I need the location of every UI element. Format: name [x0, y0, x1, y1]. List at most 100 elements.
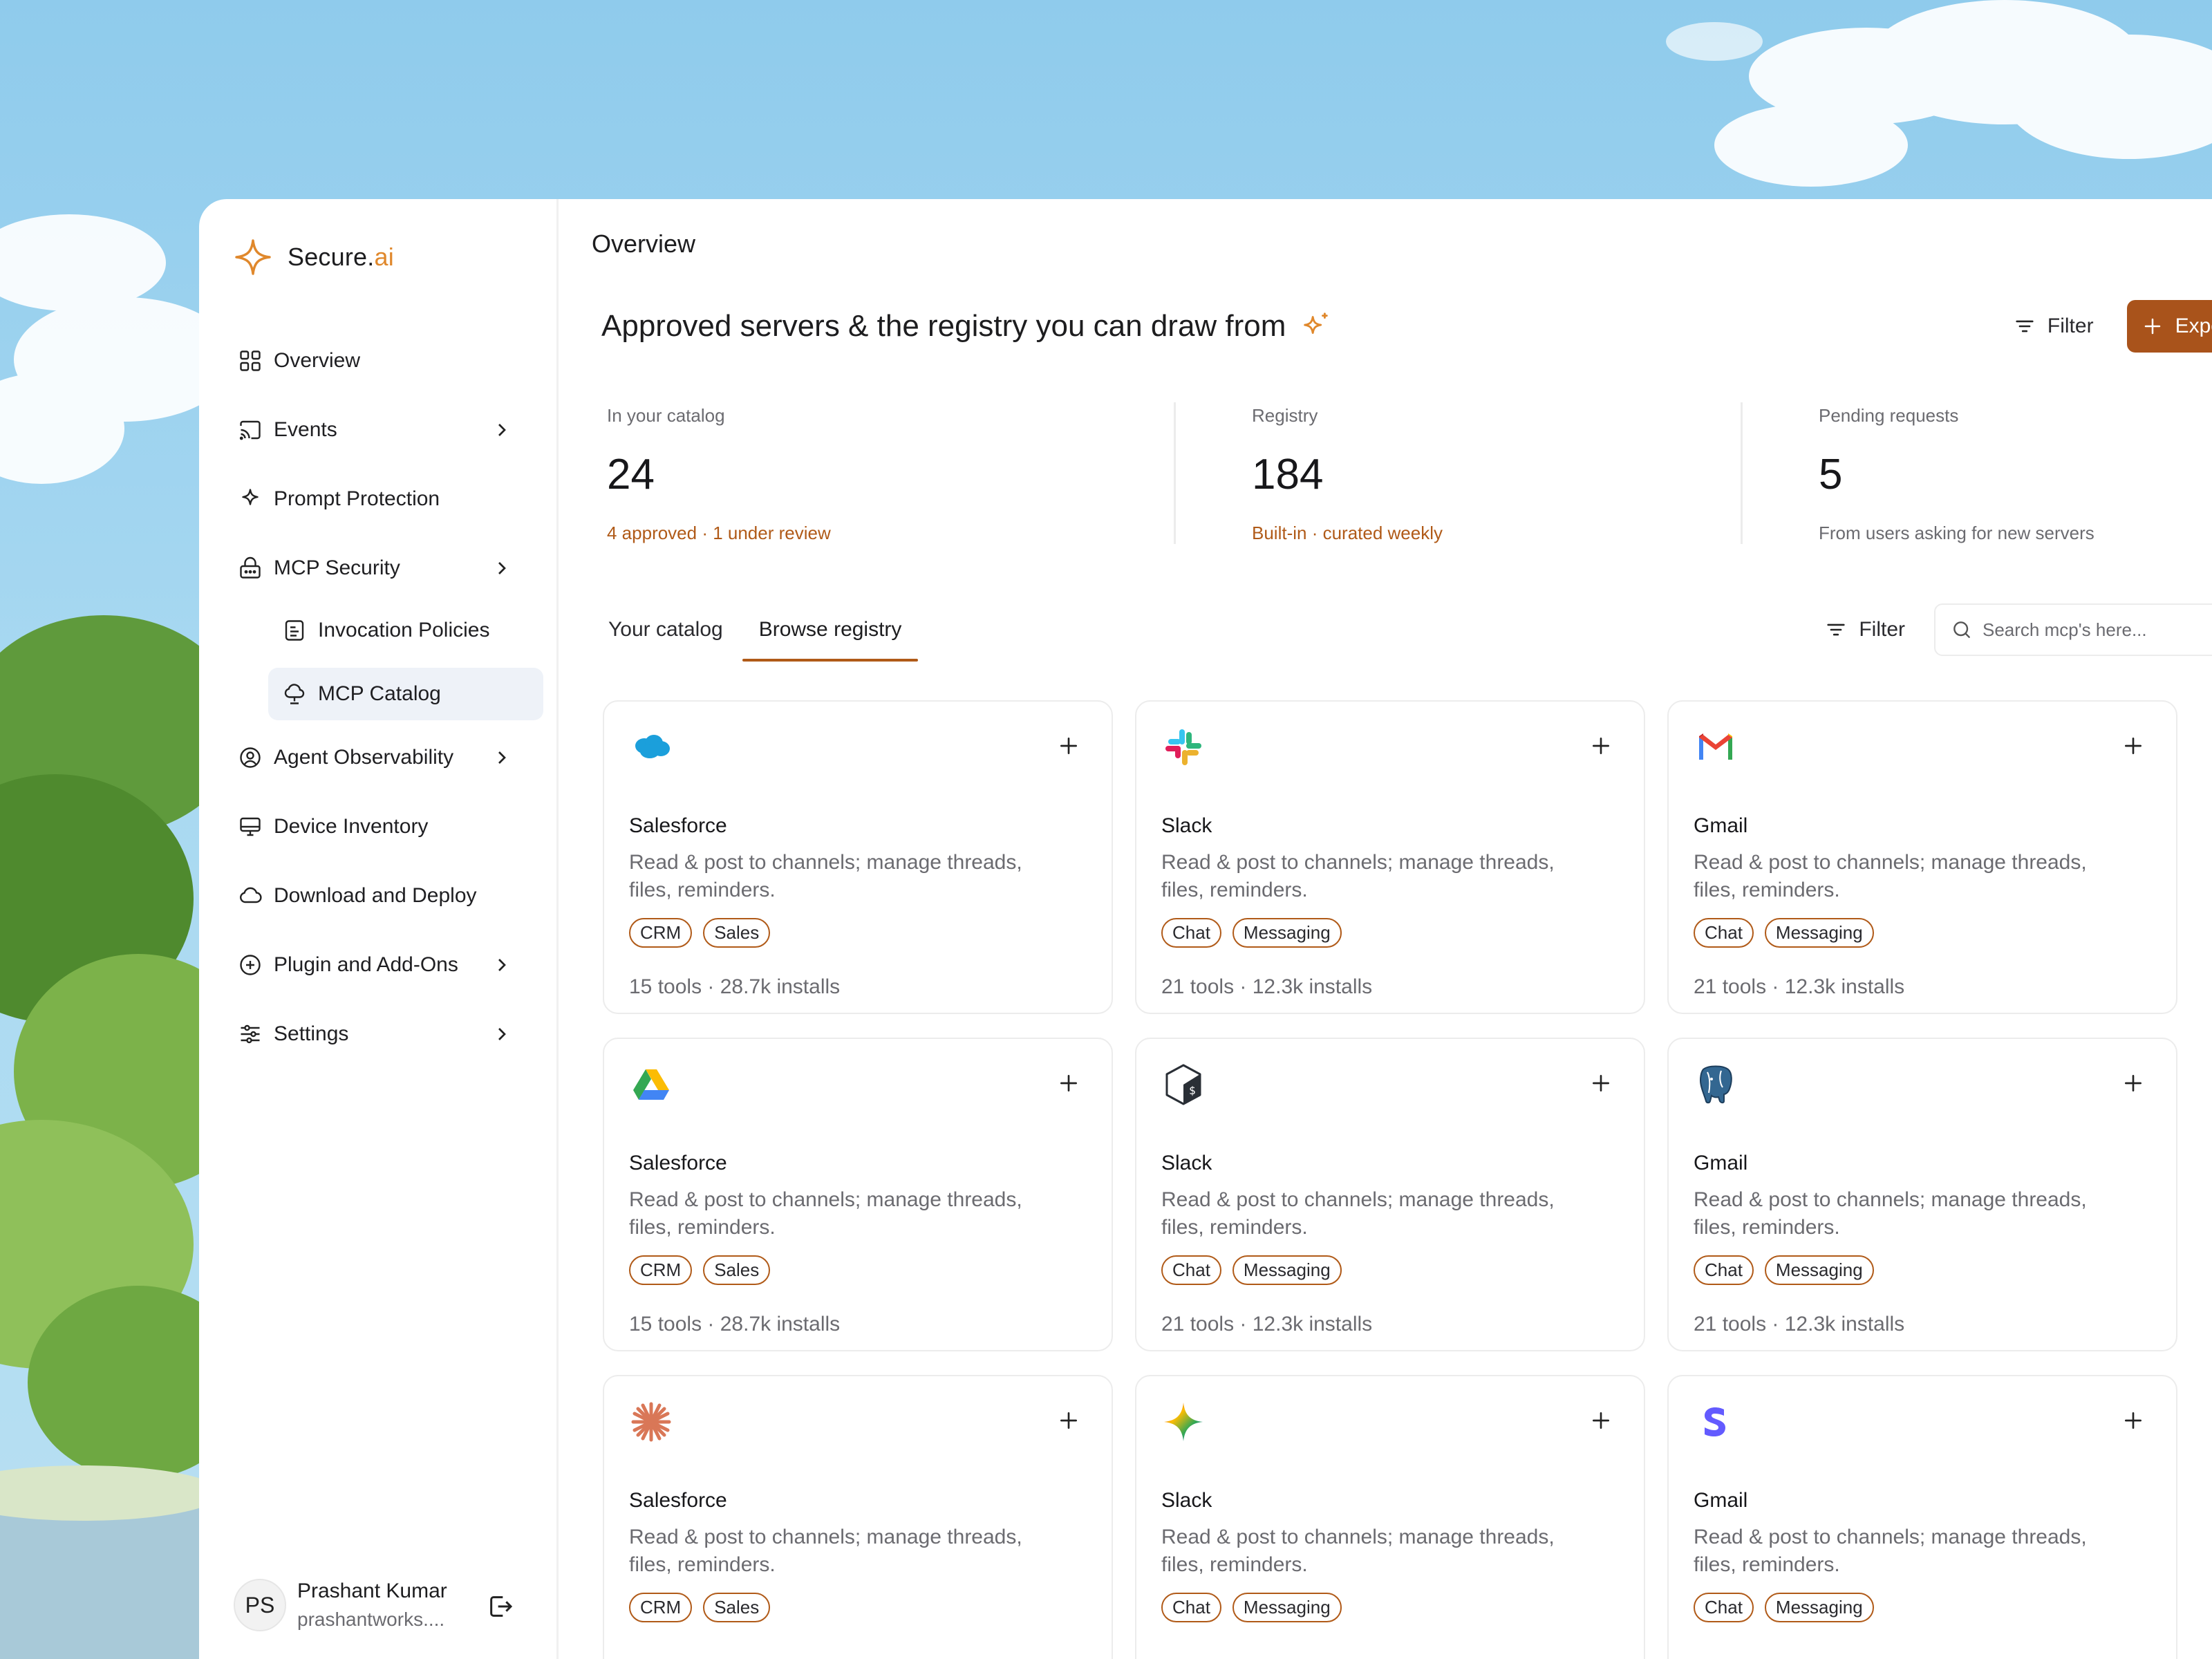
registry-card[interactable]: Slack Read & post to channels; manage th… — [1135, 700, 1645, 1014]
search-icon — [1953, 621, 1970, 638]
sidebar-item-device-inventory[interactable]: Device Inventory — [234, 800, 529, 853]
add-server-button[interactable] — [1058, 1409, 1080, 1432]
search-input[interactable]: Search mcp's here... — [1934, 603, 2212, 656]
sidebar-item-invocation-policies[interactable]: Invocation Policies — [268, 604, 543, 657]
stat-sub: Built-in · curated weekly — [1252, 523, 1443, 543]
tag: Chat — [1161, 1255, 1221, 1285]
tag: Messaging — [1764, 1593, 1874, 1622]
salesforce-icon — [635, 735, 670, 758]
claude-burst-icon — [631, 1402, 671, 1442]
cloud-network-icon — [281, 680, 308, 708]
stat-value: 24 — [607, 451, 655, 498]
sidebar-item-label: Plugin and Add-Ons — [274, 953, 458, 976]
sidebar-item-prompt-protection[interactable]: Prompt Protection — [234, 473, 529, 525]
logout-icon[interactable] — [487, 1593, 514, 1620]
registry-card[interactable]: Salesforce Read & post to channels; mana… — [603, 1375, 1113, 1659]
tab-browse-registry[interactable]: Browse registry — [742, 602, 919, 662]
headline-text: Approved servers & the registry you can … — [601, 309, 1286, 343]
sidebar-item-label: MCP Catalog — [318, 682, 441, 705]
card-meta: 15 tools · 28.7k installs — [629, 1313, 841, 1335]
chevron-right-icon — [498, 562, 506, 574]
tab-your-catalog[interactable]: Your catalog — [607, 602, 724, 657]
card-title: Slack — [1161, 814, 1212, 837]
add-server-button[interactable] — [1590, 1072, 1612, 1094]
avatar: PS — [234, 1579, 286, 1631]
plus-icon — [2144, 318, 2160, 335]
user-info: Prashant Kumar prashantworks.... — [297, 1580, 447, 1631]
lock-icon — [236, 554, 264, 582]
card-title: Salesforce — [629, 1152, 727, 1174]
card-description: Read & post to channels; manage threads,… — [1161, 851, 1555, 901]
sidebar-item-mcp-security[interactable]: MCP Security — [234, 542, 529, 594]
sidebar-item-mcp-catalog[interactable]: MCP Catalog — [268, 668, 543, 720]
user-email: prashantworks.... — [297, 1609, 445, 1630]
sidebar-item-plugin-and-add-ons[interactable]: Plugin and Add-Ons — [234, 939, 529, 991]
sidebar: Secure.ai Overview Events Prompt Protect… — [199, 199, 559, 1659]
stat-label: In your catalog — [607, 405, 725, 426]
registry-card[interactable]: Gmail Read & post to channels; manage th… — [1667, 1375, 2177, 1659]
stat-registry: Registry 184 Built-in · curated weekly — [1174, 402, 1741, 544]
add-server-button[interactable] — [2122, 1409, 2144, 1432]
postgresql-icon — [1699, 1065, 1732, 1104]
add-server-button[interactable] — [1590, 735, 1612, 757]
registry-filter-button[interactable]: Filter — [1824, 618, 1905, 641]
brand-logo[interactable]: Secure.ai — [234, 229, 556, 285]
add-server-button[interactable] — [1590, 1409, 1612, 1432]
user-name: Prashant Kumar — [297, 1580, 447, 1602]
sidebar-item-label: Events — [274, 418, 337, 441]
add-server-button[interactable] — [1058, 1072, 1080, 1094]
card-description: Read & post to channels; manage threads,… — [1161, 1188, 1555, 1239]
card-description: Read & post to channels; manage threads,… — [629, 1526, 1022, 1576]
registry-card[interactable]: Slack Read & post to channels; manage th… — [1135, 1375, 1645, 1659]
tag: Messaging — [1764, 918, 1874, 948]
card-title: Gmail — [1694, 1489, 1748, 1512]
sidebar-item-label: Download and Deploy — [274, 884, 477, 907]
chevron-right-icon — [498, 424, 506, 436]
sidebar-item-settings[interactable]: Settings — [234, 1008, 529, 1060]
tab-list: Your catalog Browse registry — [607, 602, 919, 662]
stat-value: 5 — [1819, 451, 1843, 498]
sidebar-item-download-and-deploy[interactable]: Download and Deploy — [234, 870, 529, 922]
tag: Messaging — [1232, 1593, 1342, 1622]
svg-text:$: $ — [1189, 1084, 1196, 1097]
card-meta: 21 tools · 12.3k installs — [1161, 1313, 1373, 1335]
sidebar-item-label: Device Inventory — [274, 815, 429, 838]
registry-card[interactable]: Gmail Read & post to channels; manage th… — [1667, 700, 2177, 1014]
tag: Sales — [703, 1593, 771, 1622]
terminal-cube-icon: $ — [1165, 1064, 1201, 1105]
slack-icon — [1165, 729, 1201, 765]
card-meta: 21 tools · 12.3k installs — [1694, 975, 1905, 998]
add-server-button[interactable] — [1058, 735, 1080, 757]
card-tags: Chat Messaging — [1694, 918, 2151, 948]
tag: CRM — [629, 918, 693, 948]
sidebar-item-agent-observability[interactable]: Agent Observability — [234, 731, 529, 784]
card-description: Read & post to channels; manage threads,… — [1161, 1526, 1555, 1576]
registry-card[interactable]: Salesforce Read & post to channels; mana… — [603, 1038, 1113, 1351]
filter-button[interactable]: Filter — [2013, 315, 2094, 338]
app-window: Secure.ai Overview Events Prompt Protect… — [199, 199, 2212, 1659]
document-icon — [281, 617, 308, 644]
add-server-button[interactable] — [2122, 735, 2144, 757]
tag: Sales — [703, 1255, 771, 1285]
sliders-icon — [236, 1020, 264, 1048]
card-tags: Chat Messaging — [1694, 1255, 2151, 1285]
tag: Chat — [1161, 918, 1221, 948]
card-tags: CRM Sales — [629, 1593, 1087, 1622]
sidebar-item-label: Prompt Protection — [274, 487, 440, 510]
filter-icon — [1827, 624, 1845, 636]
sparkle-logo-icon — [235, 239, 271, 275]
sidebar-item-events[interactable]: Events — [234, 404, 529, 456]
user-profile[interactable]: PS Prashant Kumar prashantworks.... — [234, 1579, 517, 1631]
stat-pending: Pending requests 5 From users asking for… — [1741, 402, 2212, 544]
registry-card[interactable]: Salesforce Read & post to channels; mana… — [603, 700, 1113, 1014]
sidebar-nav: Overview Events Prompt Protection MCP Se… — [234, 335, 556, 1060]
registry-card[interactable]: $ Slack Read & post to channels; manage … — [1135, 1038, 1645, 1351]
add-server-button[interactable] — [2122, 1072, 2144, 1094]
registry-card[interactable]: Gmail Read & post to channels; manage th… — [1667, 1038, 2177, 1351]
sparkle-icon — [236, 485, 264, 513]
card-tags: Chat Messaging — [1161, 1593, 1619, 1622]
export-report-button[interactable]: Export report — [2126, 300, 2212, 353]
sidebar-item-overview[interactable]: Overview — [234, 335, 529, 387]
monitor-icon — [236, 813, 264, 841]
cast-icon — [236, 416, 264, 444]
